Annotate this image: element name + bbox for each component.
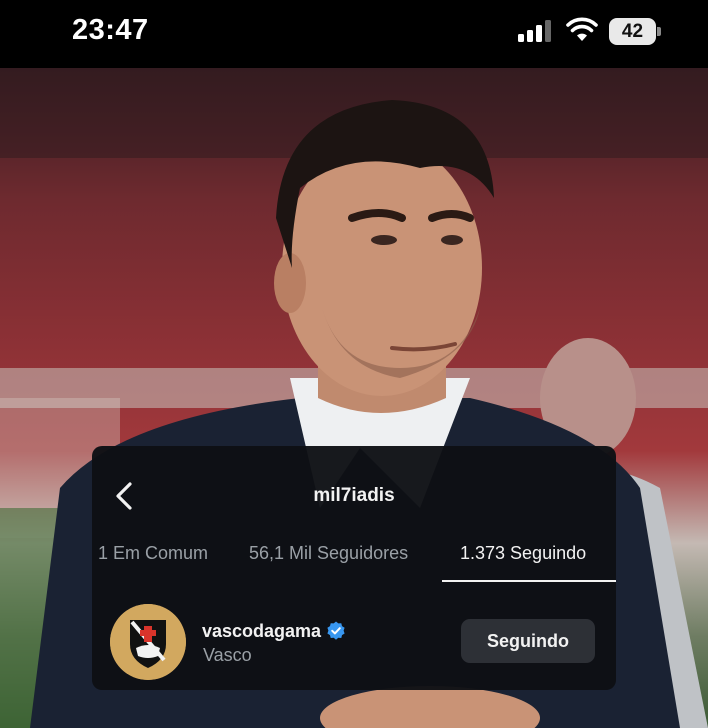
wifi-icon <box>566 17 598 41</box>
tab-followers[interactable]: 56,1 Mil Seguidores <box>249 543 408 564</box>
avatar[interactable] <box>110 604 186 680</box>
following-button[interactable]: Seguindo <box>461 619 595 663</box>
status-time: 23:47 <box>72 14 149 46</box>
cellular-signal-icon <box>518 20 551 42</box>
status-bar: 23:47 42 <box>0 0 708 68</box>
profile-username: mil7iadis <box>313 485 395 506</box>
verified-badge-icon <box>327 621 345 640</box>
active-tab-indicator <box>442 580 616 582</box>
following-list-card: mil7iadis 1 Em Comum 56,1 Mil Seguidores… <box>92 446 616 690</box>
battery-level: 42 <box>621 21 644 42</box>
account-handle[interactable]: vascodagama <box>202 621 321 642</box>
profile-tabs: 1 Em Comum 56,1 Mil Seguidores 1.373 Seg… <box>92 532 616 584</box>
battery-icon: 42 <box>609 18 661 45</box>
handle-row: vascodagama <box>202 620 346 642</box>
tab-in-common[interactable]: 1 Em Comum <box>98 543 208 564</box>
tab-following[interactable]: 1.373 Seguindo <box>460 543 586 564</box>
list-item[interactable]: vascodagama Vasco Seguindo <box>92 596 616 686</box>
battery-tip <box>657 27 661 36</box>
account-display-name: Vasco <box>203 645 252 665</box>
vasco-crest-icon <box>110 604 186 680</box>
